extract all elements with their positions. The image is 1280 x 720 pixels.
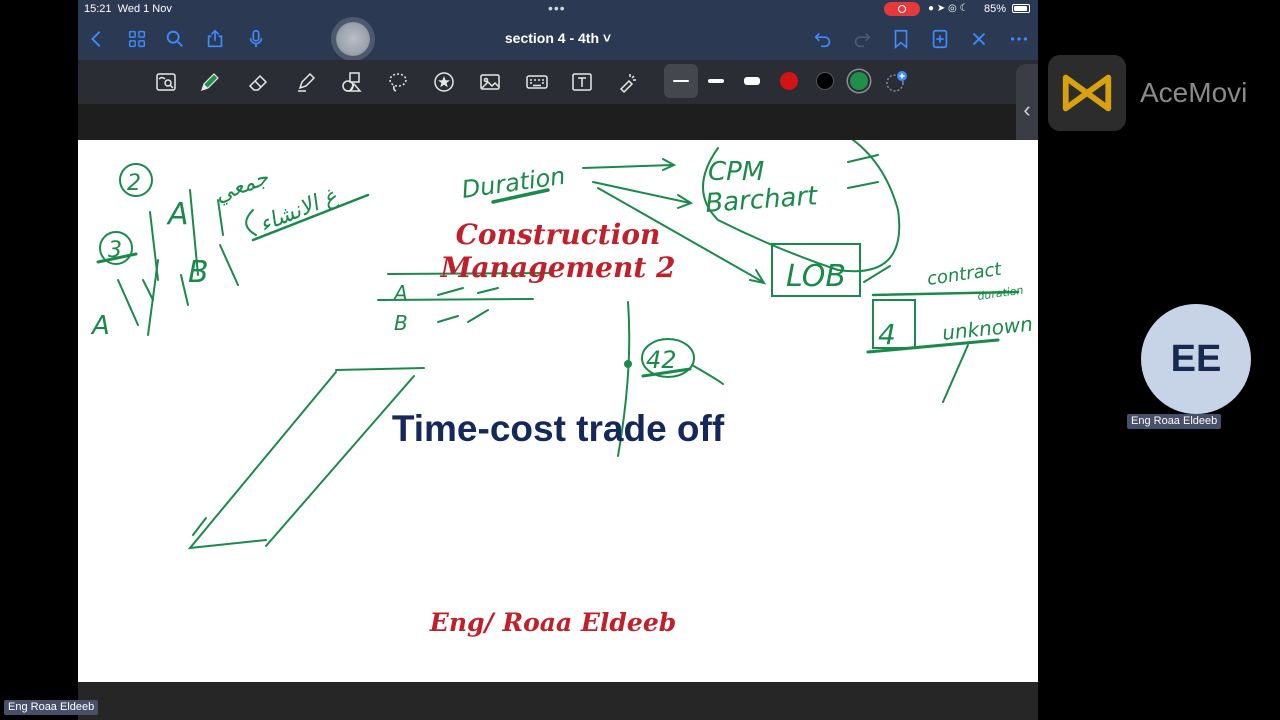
shapes-tool-icon[interactable] (340, 70, 364, 94)
highlighter-tool-icon[interactable] (294, 70, 318, 94)
hw-b-small: B (394, 311, 408, 335)
bottom-name-tag: Eng Roaa Eldeeb (4, 700, 99, 715)
screen-record-icon[interactable] (884, 2, 920, 16)
hw-a-small: A (392, 281, 408, 305)
text-tool-icon[interactable] (570, 70, 594, 94)
slide-title: Construction Management 2 (440, 218, 676, 284)
watermark-name: AceMovi (1140, 77, 1248, 108)
assistive-touch-button[interactable] (336, 22, 370, 56)
slide-subtitle: Time-cost trade off (391, 408, 725, 449)
more-options-icon[interactable] (1008, 28, 1030, 50)
hw-b-upper: B (188, 255, 209, 290)
hw-a-left: A (90, 311, 110, 341)
hw-contract: contract (926, 259, 1004, 290)
microphone-icon[interactable] (245, 28, 267, 50)
nav-bar: section 4 - 4th ˅ (78, 18, 1038, 60)
status-time-date: 15:21 Wed 1 Nov (84, 3, 172, 15)
color-swatch-black[interactable] (816, 72, 834, 90)
participant-name-tag: Eng Roaa Eldeeb (1127, 414, 1222, 429)
hw-lob: LOB (786, 259, 846, 294)
add-color-icon[interactable] (884, 70, 908, 94)
zoom-window-icon[interactable] (154, 70, 178, 94)
acemovi-logo-icon (1048, 55, 1126, 131)
multitask-dots-icon[interactable]: ••• (548, 0, 566, 16)
undo-icon[interactable] (812, 28, 834, 50)
keyboard-tool-icon[interactable] (525, 70, 549, 94)
hw-duration-small: duration (977, 284, 1025, 303)
color-swatch-red[interactable] (780, 72, 798, 90)
hw-duration: Duration (460, 162, 567, 204)
participant-avatar[interactable]: EE (1141, 304, 1251, 414)
notes-page[interactable]: Duration CPM Barchart LOB contract durat… (78, 140, 1038, 682)
hw-a-upper: A (166, 197, 189, 232)
slide-author: Eng/ Roaa Eldeeb (429, 608, 677, 637)
color-swatch-green-selected[interactable] (850, 72, 868, 90)
stroke-thin-icon (673, 80, 689, 82)
sticker-tool-icon[interactable] (432, 70, 456, 94)
bookmark-icon[interactable] (890, 28, 912, 50)
hw-cpm: CPM (708, 157, 764, 187)
hw-circle-label: 42 (646, 346, 677, 374)
laser-pointer-icon[interactable] (616, 70, 640, 94)
battery-percent: 85% (984, 3, 1007, 15)
redo-icon[interactable] (851, 28, 873, 50)
search-icon[interactable] (164, 28, 186, 50)
status-bar: 15:21 Wed 1 Nov ••• ● ➤ ◎ ☾ 85% (78, 0, 1038, 18)
document-title[interactable]: section 4 - 4th ˅ (478, 30, 638, 46)
hw-arabic-1: جمعي (212, 165, 273, 208)
hw-num-3: 3 (108, 238, 122, 263)
hw-arabic-2: غ الانشاء (256, 184, 341, 238)
lasso-tool-icon[interactable] (386, 70, 410, 94)
hw-unknown: unknown (941, 312, 1034, 345)
bottom-bar (78, 682, 1038, 720)
close-icon[interactable] (968, 28, 990, 50)
hw-box-label: 4 (878, 318, 896, 351)
pen-tool-icon[interactable] (198, 70, 222, 94)
ipad-screen: 15:21 Wed 1 Nov ••• ● ➤ ◎ ☾ 85% section … (78, 0, 1038, 720)
share-icon[interactable] (204, 28, 226, 50)
system-icons: ● ➤ ◎ ☾ (928, 3, 969, 14)
drawing-toolbar (78, 60, 1038, 104)
add-page-icon[interactable] (929, 28, 951, 50)
stroke-thick-icon[interactable] (744, 77, 760, 85)
image-tool-icon[interactable] (478, 70, 502, 94)
stroke-medium-icon[interactable] (708, 79, 724, 83)
hw-num-2: 2 (127, 171, 141, 196)
grid-view-icon[interactable] (126, 28, 148, 50)
acemovi-watermark: AceMovi (1048, 55, 1280, 133)
back-chevron-icon[interactable] (86, 28, 108, 50)
eraser-tool-icon[interactable] (246, 70, 270, 94)
battery-icon (1012, 4, 1030, 13)
